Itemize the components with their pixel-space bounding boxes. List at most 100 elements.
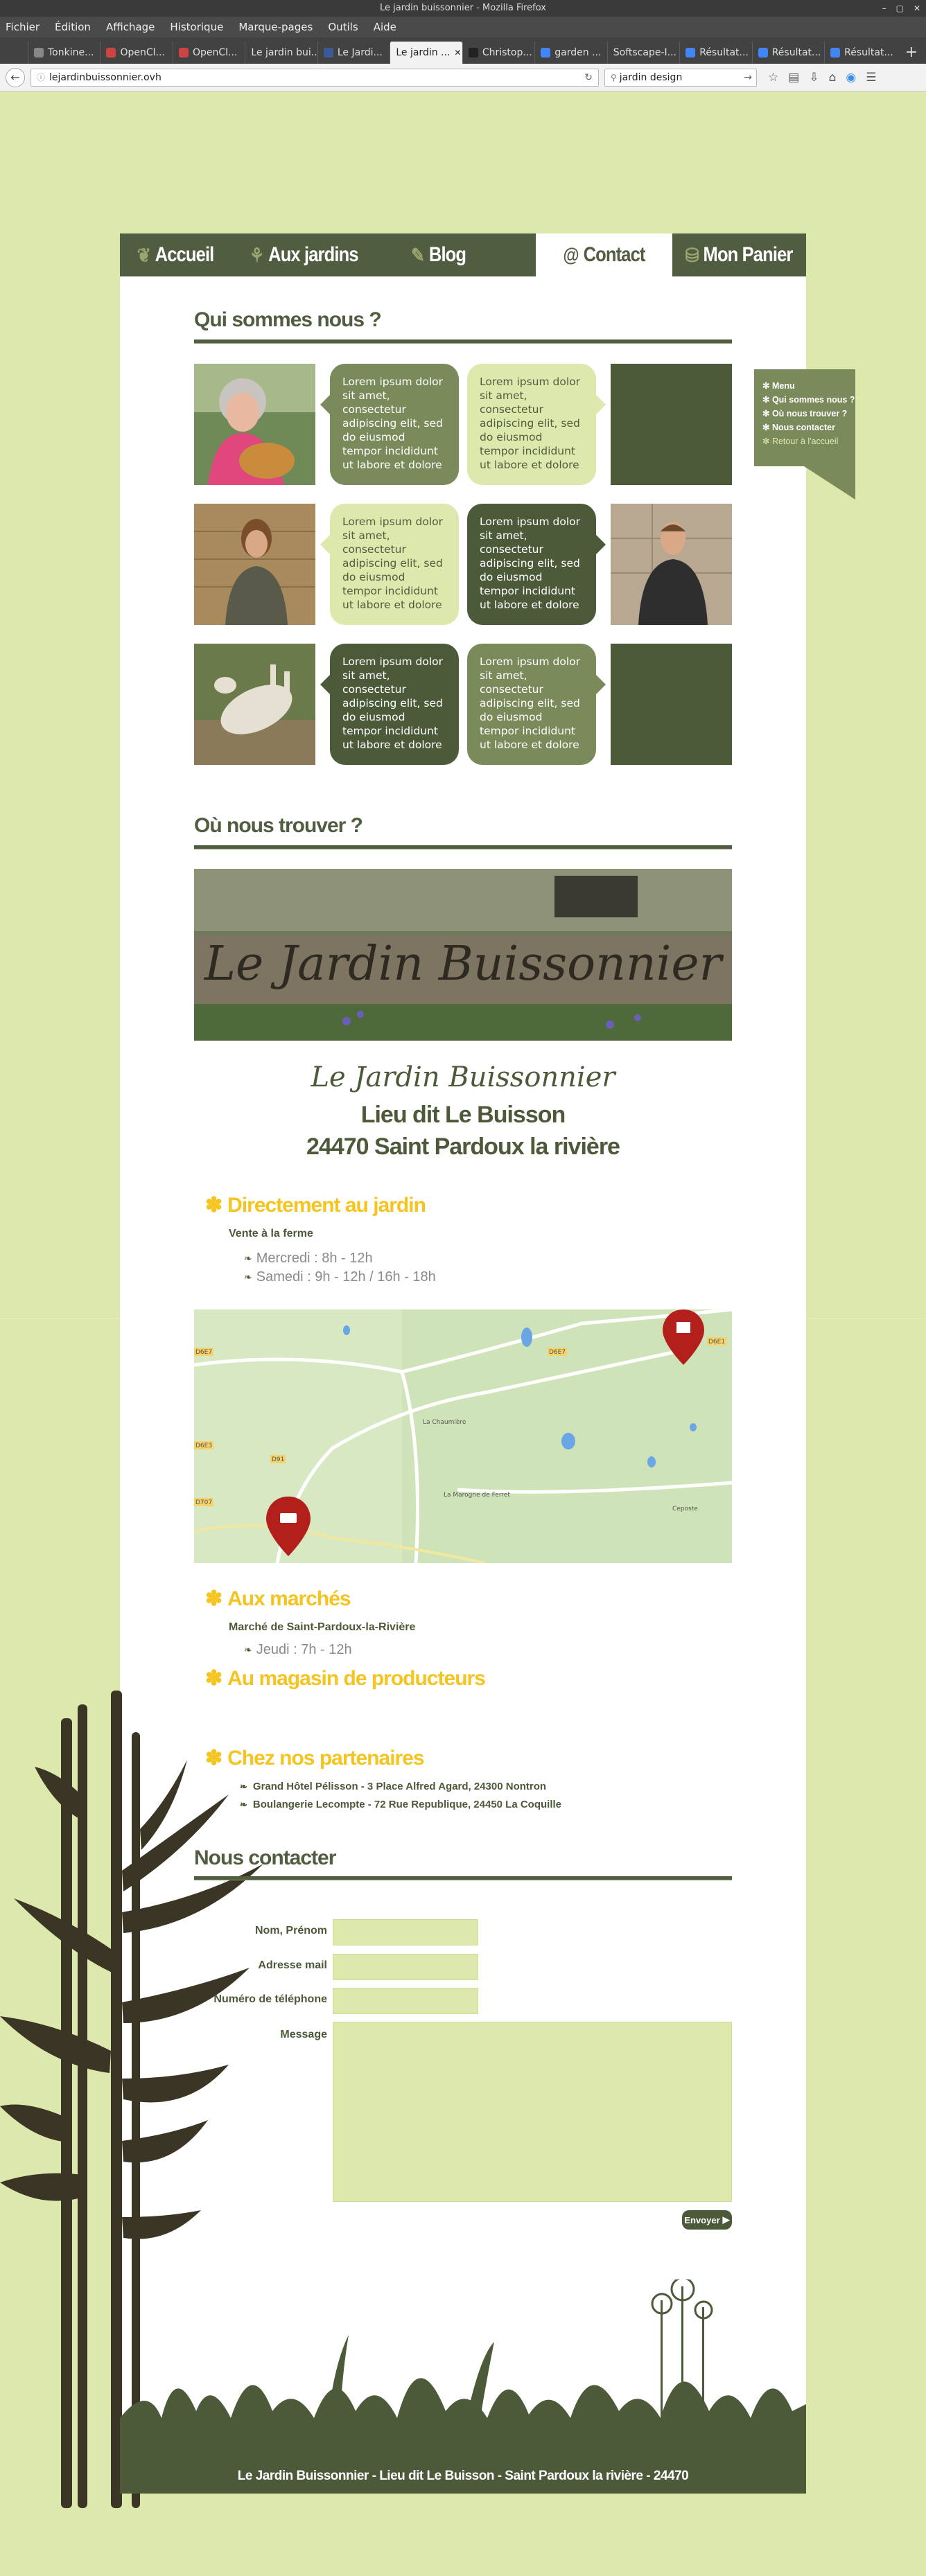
hamburger-menu-icon[interactable]: ☰ bbox=[866, 71, 876, 85]
leaf-icon: ❦ bbox=[137, 244, 151, 266]
nav-label: Contact bbox=[583, 243, 646, 266]
side-menu-item[interactable]: ✻ Retour à l'accueil bbox=[762, 434, 847, 448]
menu-tools[interactable]: Outils bbox=[328, 21, 358, 33]
schedule-text: Mercredi : 8h - 12h bbox=[256, 1251, 373, 1266]
browser-tab[interactable]: OpenCl... bbox=[172, 42, 245, 64]
menu-view[interactable]: Affichage bbox=[106, 21, 155, 33]
flower-icon: ✻ bbox=[762, 423, 772, 432]
library-icon[interactable]: ▤ bbox=[788, 71, 799, 85]
leaf-bullet-icon: ❧ bbox=[244, 1644, 252, 1655]
portrait-photo-young-man bbox=[611, 504, 732, 625]
new-tab-button[interactable]: + bbox=[897, 42, 926, 64]
side-menu-label: Retour à l'accueil bbox=[771, 436, 839, 446]
tab-label: Tonkine... bbox=[48, 47, 94, 58]
leaf-bullet-icon: ❧ bbox=[244, 1271, 252, 1282]
favicon-icon bbox=[323, 48, 333, 58]
pen-icon: ✎ bbox=[411, 244, 425, 266]
schedule-item: ❧ Mercredi : 8h - 12h bbox=[244, 1251, 373, 1267]
speech-bubble: Lorem ipsum dolor sit amet, consectetur … bbox=[330, 644, 459, 765]
browser-tab[interactable]: Le Jardi... bbox=[317, 42, 390, 64]
message-label: Message bbox=[280, 2029, 327, 2040]
direct-heading-text: Directement au jardin bbox=[227, 1193, 426, 1217]
menu-bookmarks[interactable]: Marque-pages bbox=[238, 21, 313, 33]
minimize-icon[interactable]: – bbox=[882, 0, 886, 17]
browser-tab[interactable]: Tonkine... bbox=[28, 42, 100, 64]
browser-tab[interactable]: garden ... bbox=[534, 42, 606, 64]
toolbar-icons: ☆ ▤ ⇩ ⌂ ◉ ☰ bbox=[768, 71, 876, 85]
info-icon[interactable]: ⓘ bbox=[37, 69, 45, 86]
message-textarea[interactable] bbox=[333, 2022, 732, 2202]
nav-item-aux-jardins[interactable]: ⚘ Aux jardins bbox=[231, 233, 376, 276]
flower-icon: ✽ bbox=[205, 1747, 222, 1770]
search-icon: ⚲ bbox=[611, 72, 617, 82]
tab-label: OpenCl... bbox=[192, 47, 238, 58]
menu-edit[interactable]: Édition bbox=[55, 21, 91, 33]
close-icon[interactable]: ✕ bbox=[914, 0, 920, 17]
side-menu-label: Où nous trouver ? bbox=[771, 409, 848, 418]
flower-icon: ✻ bbox=[762, 395, 772, 405]
browser-tab[interactable]: Résultat... bbox=[751, 42, 824, 64]
nav-item-mon-panier[interactable]: ⛁ Mon Panier bbox=[672, 233, 806, 276]
browser-tab-active[interactable]: Le jardin ... ✕ bbox=[390, 42, 462, 64]
url-bar[interactable]: ⓘ lejardinbuissonnier.ovh ↻ bbox=[30, 68, 599, 87]
side-menu-item[interactable]: ✻ Menu bbox=[762, 379, 847, 393]
browser-tab[interactable]: Résultat... bbox=[824, 42, 896, 64]
menu-bar: Fichier Édition Affichage Historique Mar… bbox=[0, 17, 926, 37]
portrait-photo-woman bbox=[194, 364, 315, 485]
email-label: Adresse mail bbox=[258, 1959, 327, 1971]
basket-icon: ⛁ bbox=[685, 244, 699, 266]
store-heading-text: Au magasin de producteurs bbox=[227, 1666, 486, 1690]
window-controls: – ▢ ✕ bbox=[882, 0, 920, 17]
submit-button[interactable]: Envoyer ▶ bbox=[682, 2210, 732, 2230]
side-menu-item[interactable]: ✻ Qui sommes nous ? bbox=[762, 393, 855, 407]
bubble-pointer bbox=[596, 395, 606, 414]
tab-close-icon[interactable]: ✕ bbox=[454, 48, 461, 58]
map-place-label: La Chaumière bbox=[423, 1418, 466, 1426]
direct-subheading: Vente à la ferme bbox=[229, 1228, 313, 1240]
placeholder-block bbox=[611, 364, 732, 485]
search-go-icon[interactable]: → bbox=[744, 69, 752, 86]
direct-heading: ✽ Directement au jardin bbox=[205, 1193, 426, 1217]
browser-tab[interactable]: Résultat... bbox=[679, 42, 751, 64]
home-icon[interactable]: ⌂ bbox=[829, 71, 837, 85]
menu-file[interactable]: Fichier bbox=[6, 21, 40, 33]
map-road-label: D6E1 bbox=[708, 1339, 725, 1346]
menu-help[interactable]: Aide bbox=[374, 21, 396, 33]
window-titlebar: Le jardin buissonnier - Mozilla Firefox … bbox=[0, 0, 926, 17]
name-field[interactable] bbox=[333, 1919, 478, 1946]
side-menu-label: Qui sommes nous ? bbox=[771, 395, 855, 405]
maximize-icon[interactable]: ▢ bbox=[896, 0, 904, 17]
email-field[interactable] bbox=[333, 1954, 478, 1980]
download-icon[interactable]: ⇩ bbox=[809, 71, 819, 85]
search-bar[interactable]: ⚲ jardin design → bbox=[604, 68, 757, 87]
extension-icon[interactable]: ◉ bbox=[846, 71, 856, 85]
sprout-icon: ⚘ bbox=[249, 244, 264, 266]
partner-text: Grand Hôtel Pélisson - 3 Place Alfred Ag… bbox=[252, 1781, 547, 1792]
window-title: Le jardin buissonnier - Mozilla Firefox bbox=[379, 3, 547, 13]
phone-field[interactable] bbox=[333, 1988, 478, 2014]
browser-tab[interactable]: OpenCl... bbox=[100, 42, 172, 64]
browser-tab[interactable]: Le jardin bui... bbox=[245, 42, 317, 64]
side-menu-item[interactable]: ✻ Où nous trouver ? bbox=[762, 407, 847, 421]
browser-tab[interactable]: Softscape-I... bbox=[606, 42, 679, 64]
nav-item-contact[interactable]: @ Contact bbox=[536, 233, 672, 276]
speech-bubble: Lorem ipsum dolor sit amet, consectetur … bbox=[467, 644, 596, 765]
nav-item-accueil[interactable]: ❦ Accueil bbox=[120, 233, 231, 276]
side-menu-item[interactable]: ✻ Nous contacter bbox=[762, 421, 847, 434]
tab-label: Le jardin bui... bbox=[251, 47, 317, 58]
partner-item: ❧ Boulangerie Lecompte - 72 Rue Republiqu… bbox=[240, 1799, 561, 1810]
submit-label: Envoyer bbox=[684, 2214, 720, 2225]
footer-text: Le Jardin Buissonnier - Lieu dit Le Buis… bbox=[237, 2468, 689, 2483]
location-map[interactable]: D6E7 D6E7 D6E1 D6E3 D91 D707 La Chaumièr… bbox=[194, 1309, 732, 1563]
menu-history[interactable]: Historique bbox=[170, 21, 223, 33]
flower-icon: ✽ bbox=[205, 1667, 222, 1690]
reload-icon[interactable]: ↻ bbox=[584, 69, 593, 86]
bookmark-star-icon[interactable]: ☆ bbox=[768, 71, 778, 85]
flower-icon: ✽ bbox=[205, 1587, 222, 1610]
back-button[interactable]: ← bbox=[6, 67, 25, 87]
map-place-label: La Marogne de Ferret bbox=[444, 1492, 510, 1499]
browser-tab[interactable]: Christop... bbox=[462, 42, 534, 64]
schedule-text: Samedi : 9h - 12h / 16h - 18h bbox=[256, 1269, 436, 1285]
map-road-label: D6E7 bbox=[549, 1349, 566, 1356]
nav-item-blog[interactable]: ✎ Blog bbox=[376, 233, 501, 276]
